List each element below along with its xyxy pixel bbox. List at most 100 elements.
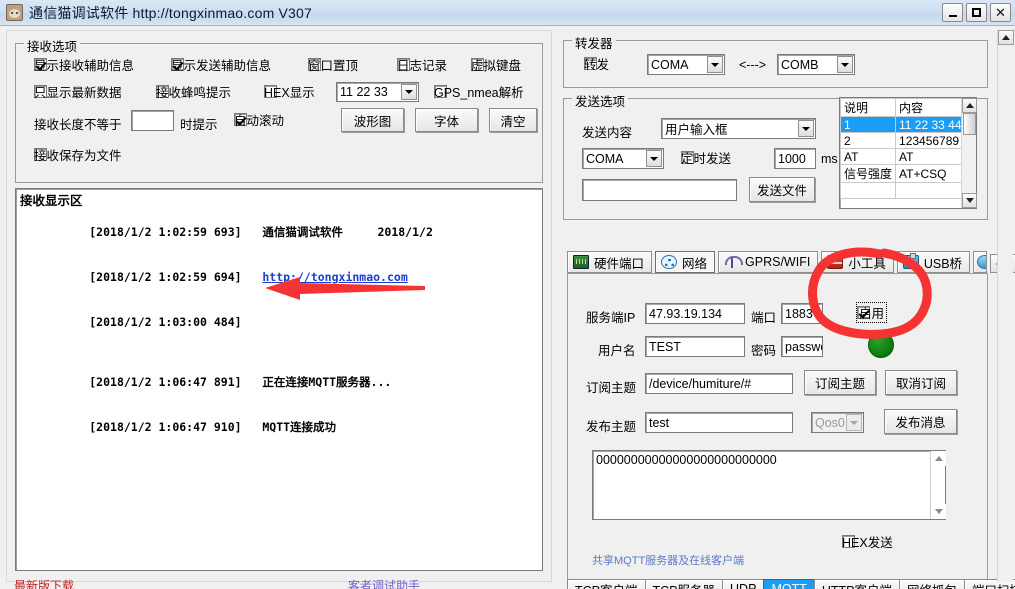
tab-small-tools[interactable]: 小工具 (821, 251, 894, 273)
mqtt-publish-button[interactable]: 发布消息 (884, 409, 957, 434)
log-line-blank (16, 345, 542, 360)
scroll-thumb[interactable] (963, 113, 976, 135)
checkbox-auto-scroll[interactable]: 自动滚动 (234, 113, 284, 128)
checkbox-hex-display[interactable]: HEX显示 (264, 85, 315, 100)
window-controls: ✕ (942, 3, 1011, 22)
scroll-up-button[interactable] (931, 451, 946, 466)
checkbox-show-send-aux[interactable]: 显示发送辅助信息 (171, 58, 271, 73)
send-interval-input[interactable]: 1000 (774, 148, 816, 169)
app-window: 通信猫调试软件 http://tongxinmao.com V307 ✕ 接收选… (0, 0, 1015, 589)
forward-port-a-combo[interactable]: COMA (647, 54, 725, 75)
table-cell-name: 1 (840, 116, 897, 133)
recv-length-prefix-label: 接收长度不等于 (34, 118, 122, 132)
tab-usb-bridge[interactable]: USB桥 (896, 251, 971, 273)
chevron-down-icon[interactable] (707, 56, 723, 73)
maximize-button[interactable] (966, 3, 987, 22)
tab-gprs-wifi[interactable]: GPRS/WIFI (718, 251, 819, 273)
tab-label: 小工具 (848, 256, 886, 271)
checkbox-virtual-keyboard[interactable]: 虚拟键盘 (471, 58, 521, 73)
font-button[interactable]: 字体 (415, 108, 478, 132)
waveform-button[interactable]: 波形图 (341, 108, 404, 132)
scroll-down-button[interactable] (931, 504, 946, 519)
send-port-combo[interactable]: COMA (582, 148, 664, 169)
latest-version-link[interactable]: 最新版下载 (14, 577, 74, 589)
hex-display-combo-value: 11 22 33 (340, 85, 388, 99)
checkbox-label: 虚拟键盘 (471, 59, 522, 73)
recv-length-input[interactable] (131, 110, 174, 131)
checkbox-show-recv-aux[interactable]: 显示接收辅助信息 (34, 58, 134, 73)
checkbox-recv-beep[interactable]: 接收蜂鸣提示 (156, 85, 231, 100)
tab-overflow-partial[interactable] (973, 251, 988, 273)
scroll-up-button[interactable] (962, 98, 977, 113)
checkbox-hex-send[interactable]: HEX发送 (842, 535, 893, 550)
checkbox-label: 显示接收辅助信息 (34, 59, 135, 73)
hex-display-combo[interactable]: 11 22 33 (336, 82, 419, 102)
table-row[interactable]: 2 123456789 (840, 132, 976, 149)
mqtt-port-value: 1883 (785, 306, 813, 321)
mqtt-server-ip-input[interactable]: 47.93.19.134 (645, 303, 745, 324)
mqtt-port-label: 端口 (751, 311, 777, 325)
mqtt-unsubscribe-button[interactable]: 取消订阅 (885, 370, 957, 395)
log-line: [2018/1/2 1:06:47 891] 正在连接MQTT服务器... (16, 360, 542, 405)
forward-port-b-combo[interactable]: COMB (777, 54, 855, 75)
mqtt-pub-topic-input[interactable]: test (645, 412, 793, 433)
shortcut-table-scrollbar[interactable] (961, 98, 977, 208)
cat-icon (6, 4, 23, 21)
log-line: [2018/1/2 1:06:47 910] MQTT连接成功 (16, 405, 542, 450)
receive-display-area[interactable]: 接收显示区 [2018/1/2 1:02:59 693] 通信猫调试软件 201… (15, 188, 543, 571)
mqtt-password-input[interactable]: passwo (781, 336, 823, 357)
tab-label: 网络 (682, 256, 708, 271)
receive-options-group: 接收选项 显示接收辅助信息 显示发送辅助信息 窗口置顶 日志记录 虚拟键盘 只显… (15, 36, 543, 183)
checkbox-window-top[interactable]: 窗口置顶 (308, 58, 358, 73)
log-line: [2018/1/2 1:02:59 693] 通信猫调试软件 2018/1/2 (16, 210, 542, 255)
send-content-combo[interactable]: 用户输入框 (661, 118, 816, 139)
left-panel: 接收选项 显示接收辅助信息 显示发送辅助信息 窗口置顶 日志记录 虚拟键盘 只显… (6, 30, 552, 582)
send-options-group: 发送选项 发送内容 用户输入框 COMA 定时发送 1000 ms 发送文件 说… (563, 91, 988, 220)
mqtt-message-textarea[interactable]: 00000000000000000000000000 (592, 450, 946, 520)
close-button[interactable]: ✕ (990, 3, 1011, 22)
table-row[interactable]: 1 11 22 33 44 55 (840, 116, 976, 133)
debug-assistant-link[interactable]: 客者调试助手 (348, 577, 420, 589)
chevron-down-icon[interactable] (798, 120, 814, 137)
log-link[interactable]: http://tongxinmao.com (262, 270, 407, 284)
checkbox-label: 显示发送辅助信息 (171, 59, 272, 73)
checkbox-label: HEX显示 (264, 86, 315, 100)
scroll-down-button[interactable] (962, 193, 977, 208)
mqtt-message-value: 00000000000000000000000000 (596, 453, 777, 467)
forward-port-b-value: COMB (781, 57, 819, 72)
clear-button[interactable]: 清空 (489, 108, 537, 132)
checkbox-latest-only[interactable]: 只显示最新数据 (34, 85, 122, 100)
table-row[interactable] (840, 182, 976, 199)
chevron-down-icon[interactable] (646, 150, 662, 167)
send-file-button[interactable]: 发送文件 (749, 177, 815, 202)
mqtt-share-link[interactable]: 共享MQTT服务器及在线客户端 (592, 552, 744, 568)
mqtt-qos-combo[interactable]: Qos0 (811, 412, 864, 433)
table-row[interactable]: AT AT (840, 148, 976, 165)
table-row[interactable]: 信号强度 AT+CSQ (840, 164, 976, 183)
toolbox-icon (827, 253, 844, 269)
log-timestamp: [2018/1/2 1:06:47 910] (89, 420, 242, 434)
checkbox-forward[interactable]: 转发 (584, 57, 609, 72)
tab-network[interactable]: 网络 (655, 251, 716, 273)
checkbox-log-record[interactable]: 日志记录 (397, 58, 447, 73)
checkbox-timed-send[interactable]: 定时发送 (681, 151, 731, 166)
scroll-up-button[interactable] (998, 30, 1014, 45)
checkbox-gps-nmea[interactable]: GPS_nmea解析 (434, 85, 524, 100)
mqtt-username-input[interactable]: TEST (645, 336, 745, 357)
send-file-path-input[interactable] (582, 179, 737, 201)
chevron-down-icon[interactable] (846, 414, 862, 431)
checkbox-mqtt-enable[interactable]: 启用 (855, 302, 888, 323)
window-vertical-scrollbar[interactable] (997, 30, 1014, 582)
mqtt-port-input[interactable]: 1883 (781, 303, 823, 324)
title-bar: 通信猫调试软件 http://tongxinmao.com V307 ✕ (0, 0, 1015, 26)
checkbox-save-to-file[interactable]: 接收保存为文件 (34, 148, 122, 163)
shortcut-table[interactable]: 说明 内容 1 11 22 33 44 55 2 123456789 AT AT… (839, 97, 977, 209)
mqtt-sub-topic-input[interactable]: /device/humiture/# (645, 373, 793, 394)
antenna-icon (724, 255, 744, 269)
mqtt-subscribe-button[interactable]: 订阅主题 (804, 370, 876, 395)
chevron-down-icon[interactable] (401, 84, 417, 100)
mqtt-message-scrollbar[interactable] (930, 451, 946, 519)
tab-hardware-port[interactable]: 硬件端口 (567, 251, 653, 273)
chevron-down-icon[interactable] (837, 56, 853, 73)
minimize-button[interactable] (942, 3, 963, 22)
